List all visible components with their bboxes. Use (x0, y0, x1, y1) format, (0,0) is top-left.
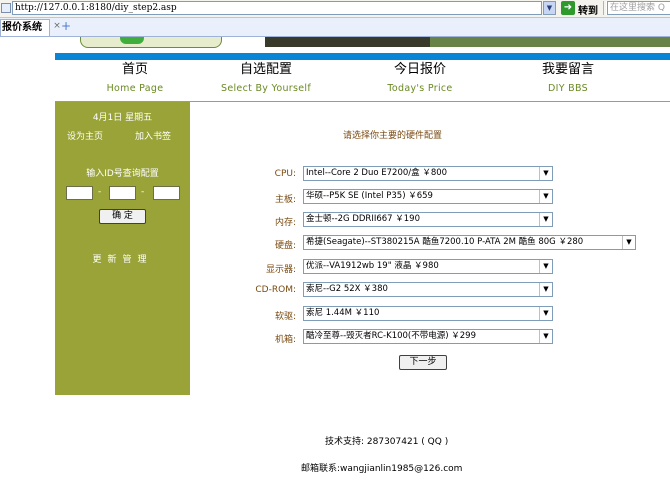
address-bar: http://127.0.0.1:8180/diy_step2.asp ▼ ➜ … (0, 0, 670, 18)
nav-label-en: Today's Price (387, 83, 453, 94)
case-label: 机箱: (274, 335, 296, 345)
chevron-down-icon[interactable]: ▼ (539, 260, 552, 273)
motherboard-select[interactable]: 华硕--P5K SE (Intel P35) ￥659 ▼ (303, 189, 553, 204)
update-management-link[interactable]: 更新管理 (55, 252, 190, 265)
monitor-select-value: 优派--VA1912wb 19" 液晶 ￥980 (306, 261, 439, 271)
banner-image-right-detail (430, 37, 670, 47)
email-contact: 邮箱联系:wangjianlin1985@126.com (301, 464, 463, 474)
nav-label-cn: 自选配置 (239, 62, 292, 77)
next-step-button[interactable]: 下一步 (399, 355, 447, 370)
id-input-1[interactable] (66, 186, 93, 200)
nav-item-price[interactable]: 今日报价 Today's Price (340, 60, 500, 94)
id-input-3[interactable] (153, 186, 180, 200)
nav-label-en: Select By Yourself (221, 83, 311, 94)
nav-item-bbs[interactable]: 我要留言 DIY BBS (488, 60, 648, 94)
banner-image-left (80, 37, 222, 48)
case-select[interactable]: 酷冷至尊--毁灭者RC-K100(不带电源) ￥299 ▼ (303, 329, 553, 344)
chevron-down-icon[interactable]: ▼ (539, 307, 552, 320)
new-tab-icon[interactable]: + (60, 20, 72, 33)
date-display: 4月1日 星期五 (92, 113, 153, 123)
chevron-down-icon[interactable]: ▼ (539, 213, 552, 226)
go-arrow-icon[interactable]: ➜ (561, 1, 575, 15)
go-button[interactable]: 转到 (578, 2, 598, 17)
form-title: 请选择你主要的硬件配置 (343, 131, 443, 141)
memory-select-value: 金士顿--2G DDRII667 ￥190 (306, 214, 420, 224)
chevron-down-icon[interactable]: ▼ (539, 190, 552, 203)
chevron-down-icon[interactable]: ▼ (539, 330, 552, 343)
floppy-label: 软驱: (274, 312, 296, 322)
id-query-label: 输入ID号查询配置 (86, 169, 159, 179)
motherboard-label: 主板: (274, 195, 296, 205)
harddisk-select-value: 希捷(Seagate)--ST380215A 酷鱼7200.10 P-ATA 2… (306, 237, 584, 247)
nav-item-select[interactable]: 自选配置 Select By Yourself (186, 60, 346, 94)
harddisk-select[interactable]: 希捷(Seagate)--ST380215A 酷鱼7200.10 P-ATA 2… (303, 235, 636, 250)
monitor-label: 显示器: (265, 265, 296, 275)
cpu-select[interactable]: Intel--Core 2 Duo E7200/盒 ￥800 ▼ (303, 166, 553, 181)
confirm-button[interactable]: 确 定 (99, 209, 146, 224)
chevron-down-icon[interactable]: ▼ (539, 283, 552, 296)
cdrom-select[interactable]: 索尼--G2 52X ￥380 ▼ (303, 282, 553, 297)
monitor-select[interactable]: 优派--VA1912wb 19" 液晶 ￥980 ▼ (303, 259, 553, 274)
memory-select[interactable]: 金士顿--2G DDRII667 ￥190 ▼ (303, 212, 553, 227)
id-separator: - (141, 187, 145, 197)
id-separator: - (98, 187, 102, 197)
cpu-label: CPU: (274, 169, 296, 179)
memory-label: 内存: (274, 218, 296, 228)
set-home-link[interactable]: 设为主页 (67, 129, 103, 142)
sidebar: 4月1日 星期五 设为主页 加入书签 输入ID号查询配置 - - 确 定 更新管… (55, 102, 190, 395)
cdrom-label: CD-ROM: (255, 285, 296, 295)
banner-logo-fragment (120, 37, 144, 44)
motherboard-select-value: 华硕--P5K SE (Intel P35) ￥659 (306, 191, 433, 201)
floppy-select-value: 索尼 1.44M ￥110 (306, 308, 380, 318)
harddisk-label: 硬盘: (274, 241, 296, 251)
tab-bar: 报价系统 × + (0, 18, 670, 37)
page-icon (1, 3, 11, 13)
search-input[interactable]: 在这里搜索 Q (607, 1, 670, 15)
address-input[interactable]: http://127.0.0.1:8180/diy_step2.asp (12, 1, 542, 15)
header-divider (55, 53, 670, 60)
main-nav: 首页 Home Page 自选配置 Select By Yourself 今日报… (55, 60, 670, 101)
chevron-down-icon[interactable]: ▼ (539, 167, 552, 180)
chevron-down-icon[interactable]: ▼ (622, 236, 635, 249)
address-dropdown-icon[interactable]: ▼ (543, 1, 556, 15)
nav-label-cn: 我要留言 (541, 62, 594, 77)
cdrom-select-value: 索尼--G2 52X ￥380 (306, 284, 388, 294)
add-bookmark-link[interactable]: 加入书签 (135, 129, 171, 142)
cpu-select-value: Intel--Core 2 Duo E7200/盒 ￥800 (306, 168, 448, 178)
support-contact: 技术支持: 287307421 ( QQ ) (325, 437, 449, 447)
id-input-2[interactable] (109, 186, 136, 200)
tab-active[interactable]: 报价系统 (0, 19, 50, 36)
nav-label-en: DIY BBS (548, 83, 588, 94)
nav-label-cn: 今日报价 (393, 62, 446, 77)
case-select-value: 酷冷至尊--毁灭者RC-K100(不带电源) ￥299 (306, 331, 476, 341)
floppy-select[interactable]: 索尼 1.44M ￥110 ▼ (303, 306, 553, 321)
